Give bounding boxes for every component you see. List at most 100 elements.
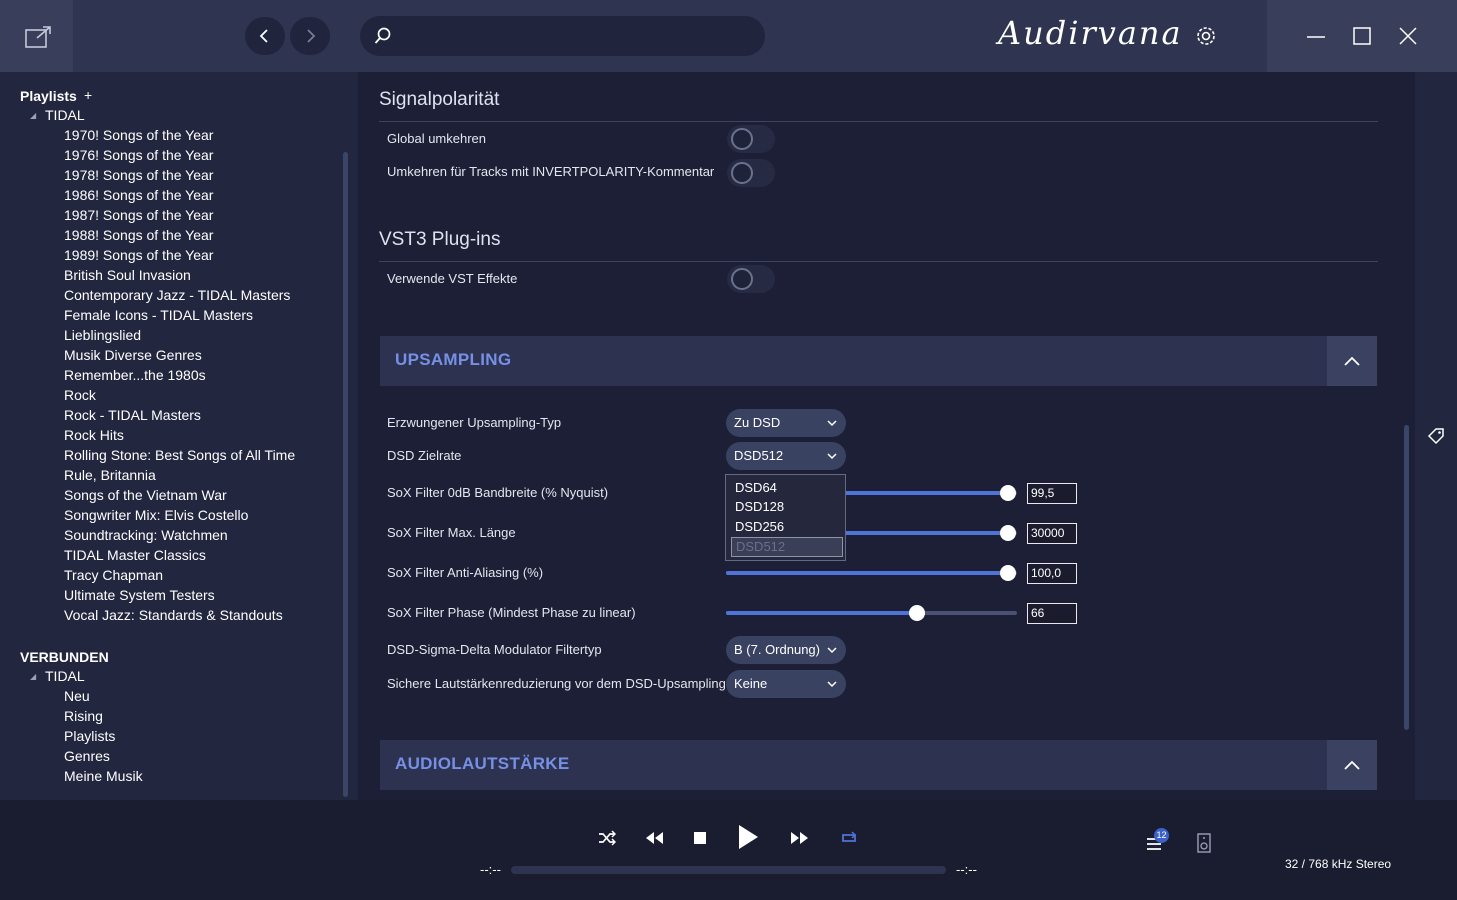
tag-icon — [1427, 428, 1444, 445]
sidebar-connected-item[interactable]: Playlists — [64, 728, 115, 744]
connected-tidal-group[interactable]: TIDAL — [45, 668, 85, 684]
tag-button[interactable] — [1426, 426, 1446, 446]
bandwidth-input[interactable]: 99,5 — [1027, 483, 1077, 504]
sidebar-playlist-item[interactable]: Remember...the 1980s — [64, 367, 206, 383]
upsampling-title: UPSAMPLING — [395, 350, 512, 369]
repeat-icon — [842, 831, 857, 842]
sidebar-playlist-item[interactable]: Songs of the Vietnam War — [64, 487, 227, 503]
sidebar-connected-item[interactable]: Meine Musik — [64, 768, 143, 784]
sidebar-playlist-item[interactable]: Soundtracking: Watchmen — [64, 527, 228, 543]
sidebar-playlist-item[interactable]: Musik Diverse Genres — [64, 347, 202, 363]
maximize-button[interactable] — [1351, 25, 1373, 47]
sidebar-tidal-group[interactable]: TIDAL — [45, 107, 85, 123]
sidebar-playlist-item[interactable]: Lieblingslied — [64, 327, 141, 343]
dsd-rate-option[interactable]: DSD128 — [735, 499, 784, 514]
close-button[interactable] — [1397, 25, 1419, 47]
bandwidth-label: SoX Filter 0dB Bandbreite (% Nyquist) — [387, 485, 609, 500]
forward-button[interactable] — [290, 17, 330, 55]
sidebar-playlist-item[interactable]: Rock — [64, 387, 96, 403]
sidebar-connected-item[interactable]: Neu — [64, 688, 90, 704]
max-length-input[interactable]: 30000 — [1027, 523, 1077, 544]
sidebar-playlist-item[interactable]: Contemporary Jazz - TIDAL Masters — [64, 287, 290, 303]
sidebar-playlist-item[interactable]: 1989! Songs of the Year — [64, 247, 213, 263]
volume-reduction-value: Keine — [734, 676, 768, 691]
modulator-select[interactable]: B (7. Ordnung) — [726, 636, 846, 664]
upsampling-type-select[interactable]: Zu DSD — [726, 409, 846, 437]
top-bar: Audirvana — [0, 0, 1457, 72]
settings-button[interactable] — [1193, 23, 1219, 49]
sidebar-connected-item[interactable]: Rising — [64, 708, 103, 724]
sidebar-playlist-item[interactable]: Female Icons - TIDAL Masters — [64, 307, 253, 323]
connected-tidal-expand-icon[interactable]: ◢ — [30, 672, 36, 681]
sidebar-playlist-item[interactable]: 1988! Songs of the Year — [64, 227, 213, 243]
close-icon — [1399, 27, 1417, 45]
sidebar-playlist-item[interactable]: 1970! Songs of the Year — [64, 127, 213, 143]
stop-button[interactable] — [690, 827, 710, 849]
dsd-rate-option[interactable]: DSD64 — [735, 480, 777, 495]
vst-title: VST3 Plug-ins — [379, 229, 501, 250]
rewind-icon — [646, 832, 663, 844]
sidebar-playlist-item[interactable]: 1987! Songs of the Year — [64, 207, 213, 223]
dsd-rate-option[interactable]: DSD256 — [735, 519, 784, 534]
chevron-up-icon — [1344, 760, 1360, 770]
search-input[interactable] — [360, 16, 765, 56]
divider — [379, 121, 1378, 122]
chevron-down-icon — [827, 442, 837, 470]
collapse-audio-volume-button[interactable] — [1327, 740, 1377, 790]
use-vst-toggle[interactable] — [727, 265, 775, 293]
back-button[interactable] — [245, 17, 285, 55]
invert-tracks-toggle[interactable] — [727, 159, 775, 187]
sidebar-playlist-item[interactable]: 1976! Songs of the Year — [64, 147, 213, 163]
sidebar-playlist-item[interactable]: Vocal Jazz: Standards & Standouts — [64, 607, 283, 623]
play-button[interactable] — [734, 822, 762, 852]
fast-forward-icon — [791, 832, 808, 844]
repeat-button[interactable] — [837, 827, 861, 849]
speaker-icon — [1197, 833, 1211, 853]
audio-volume-section-header[interactable]: AUDIOLAUTSTÄRKE — [380, 740, 1377, 790]
minimize-button[interactable] — [1305, 25, 1327, 47]
dsd-rate-select[interactable]: DSD512 — [726, 442, 846, 470]
sidebar-playlist-item[interactable]: Rock Hits — [64, 427, 124, 443]
play-icon — [739, 825, 758, 849]
add-playlist-button[interactable]: + — [84, 87, 92, 103]
playlists-heading[interactable]: Playlists — [20, 88, 77, 104]
sidebar-playlist-item[interactable]: Rock - TIDAL Masters — [64, 407, 201, 423]
upsampling-section-header[interactable]: UPSAMPLING — [380, 336, 1377, 386]
use-vst-label: Verwende VST Effekte — [387, 271, 518, 286]
mini-player-button[interactable] — [0, 0, 73, 72]
sidebar-playlist-item[interactable]: Ultimate System Testers — [64, 587, 215, 603]
progress-bar[interactable] — [511, 866, 946, 874]
main-scrollbar[interactable] — [1404, 425, 1409, 730]
slider-handle[interactable] — [1000, 565, 1016, 581]
player-bar — [0, 800, 1457, 900]
volume-reduction-select[interactable]: Keine — [726, 670, 846, 698]
tidal-expand-icon[interactable]: ◢ — [30, 111, 36, 120]
dsd-rate-option-selected[interactable]: DSD512 — [731, 537, 843, 557]
anti-alias-slider[interactable] — [726, 565, 1017, 581]
sidebar-playlist-item[interactable]: TIDAL Master Classics — [64, 547, 206, 563]
phase-slider[interactable] — [726, 605, 1017, 621]
slider-handle[interactable] — [909, 605, 925, 621]
phase-input[interactable]: 66 — [1027, 603, 1077, 624]
audirvana-logo: Audirvana — [998, 14, 1183, 52]
elapsed-time: --:-- — [480, 862, 501, 877]
sidebar-scrollbar[interactable] — [343, 152, 348, 797]
global-invert-label: Global umkehren — [387, 131, 486, 146]
sidebar-playlist-item[interactable]: British Soul Invasion — [64, 267, 191, 283]
sidebar-playlist-item[interactable]: Rule, Britannia — [64, 467, 156, 483]
collapse-upsampling-button[interactable] — [1327, 336, 1377, 386]
sidebar-playlist-item[interactable]: 1986! Songs of the Year — [64, 187, 213, 203]
sidebar-connected-item[interactable]: Genres — [64, 748, 110, 764]
shuffle-button[interactable] — [596, 827, 618, 849]
sidebar-playlist-item[interactable]: Rolling Stone: Best Songs of All Time — [64, 447, 295, 463]
slider-handle[interactable] — [1000, 525, 1016, 541]
sidebar-playlist-item[interactable]: Songwriter Mix: Elvis Costello — [64, 507, 248, 523]
sidebar-playlist-item[interactable]: Tracy Chapman — [64, 567, 163, 583]
slider-handle[interactable] — [1000, 485, 1016, 501]
audio-device-button[interactable] — [1194, 832, 1214, 854]
sidebar-playlist-item[interactable]: 1978! Songs of the Year — [64, 167, 213, 183]
global-invert-toggle[interactable] — [727, 125, 775, 153]
next-button[interactable] — [788, 827, 812, 849]
previous-button[interactable] — [642, 827, 666, 849]
anti-alias-input[interactable]: 100,0 — [1027, 563, 1077, 584]
